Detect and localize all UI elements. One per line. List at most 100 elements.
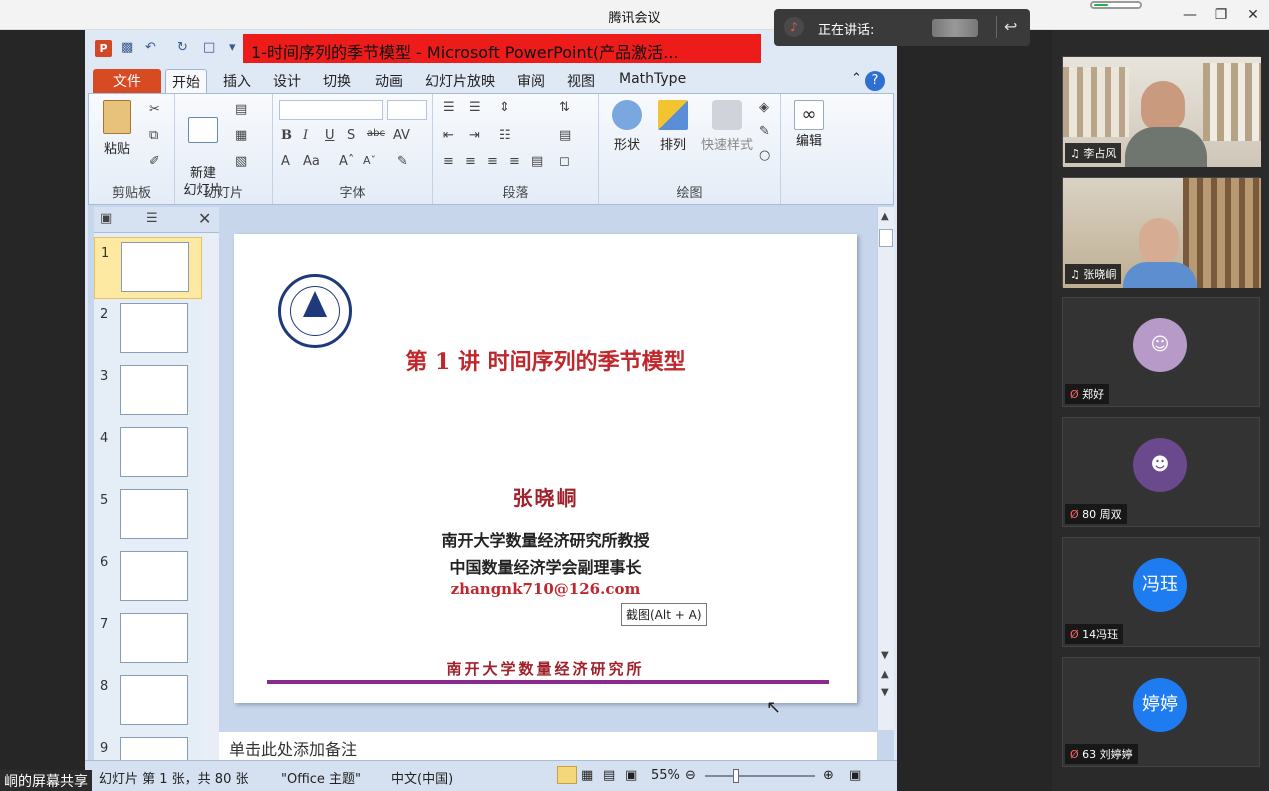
distributed-icon[interactable]: ▤	[531, 154, 543, 169]
tab-slideshow[interactable]: 幻灯片放映	[419, 69, 501, 93]
thumbnail-slide-8[interactable]: 8	[94, 671, 202, 733]
arrange-button[interactable]: 排列	[653, 100, 693, 153]
reset-icon[interactable]: ▦	[235, 128, 247, 143]
strikethrough-icon[interactable]: abc	[367, 128, 385, 139]
tab-mathtype[interactable]: MathType	[613, 69, 692, 93]
return-icon[interactable]: ↩	[1004, 17, 1017, 36]
thumbnail-slide-2[interactable]: 2	[94, 299, 202, 361]
zoom-level[interactable]: 55%	[651, 768, 680, 783]
italic-icon[interactable]: I	[303, 128, 308, 143]
minimize-icon[interactable]: —	[1179, 5, 1201, 25]
help-icon[interactable]: ?	[865, 71, 885, 91]
zoom-in-icon[interactable]: ⊕	[823, 768, 834, 783]
shape-label: 形状	[613, 138, 640, 153]
scroll-thumb[interactable]	[879, 229, 893, 247]
underline-icon[interactable]: U	[325, 128, 335, 143]
participant-tile[interactable]: ♫ 李占风	[1062, 56, 1261, 167]
font-size-select[interactable]	[387, 100, 427, 120]
current-slide[interactable]: 第 1 讲 时间序列的季节模型 张晓峒 南开大学数量经济研究所教授 中国数量经济…	[234, 234, 857, 703]
prev-slide-icon[interactable]: ▲	[881, 669, 889, 680]
tab-design[interactable]: 设计	[267, 69, 307, 93]
new-doc-icon[interactable]: □	[203, 40, 215, 55]
grow-font-icon[interactable]: Aˆ	[339, 154, 354, 169]
outline-icon[interactable]: ✎	[759, 124, 770, 139]
effects-icon[interactable]: ○	[759, 148, 770, 163]
align-text-icon[interactable]: ▤	[559, 128, 571, 143]
tab-transitions[interactable]: 切换	[317, 69, 357, 93]
slide-sorter-icon[interactable]: ▦	[581, 768, 593, 783]
increase-indent-icon[interactable]: ⇥	[469, 128, 480, 143]
notes-pane[interactable]: 单击此处添加备注	[219, 732, 877, 760]
thumbnail-scrollbar[interactable]	[204, 233, 219, 760]
thumbnail-slide-1[interactable]: 1	[94, 237, 202, 299]
customize-icon[interactable]: ▾	[229, 40, 236, 55]
tab-animations[interactable]: 动画	[369, 69, 409, 93]
thumbnail-slide-4[interactable]: 4	[94, 423, 202, 485]
zoom-slider[interactable]	[705, 775, 815, 777]
restore-icon[interactable]: ❐	[1210, 5, 1232, 25]
bullets-icon[interactable]: ☰	[443, 100, 455, 115]
align-right-icon[interactable]: ≡	[487, 154, 498, 169]
font-name-select[interactable]	[279, 100, 383, 120]
align-center-icon[interactable]: ≡	[465, 154, 476, 169]
numbering-icon[interactable]: ☰	[469, 100, 481, 115]
participant-tile[interactable]: ☻ Ø 80 周双	[1062, 417, 1260, 527]
format-painter-icon[interactable]: ✐	[149, 154, 160, 169]
fill-icon[interactable]: ◈	[759, 100, 769, 115]
shadow-icon[interactable]: S	[347, 128, 355, 143]
slides-tab-icon[interactable]: ▣	[100, 211, 112, 226]
undo-icon[interactable]: ↶	[145, 40, 156, 55]
copy-icon[interactable]: ⧉	[149, 128, 158, 143]
network-indicator[interactable]	[1090, 1, 1142, 9]
edit-button[interactable]: ∞ 编辑	[789, 100, 829, 149]
thumbnail-slide-6[interactable]: 6	[94, 547, 202, 609]
zoom-slider-handle[interactable]	[733, 769, 739, 783]
tab-home[interactable]: 开始	[165, 69, 207, 93]
change-case-icon[interactable]: Aa	[303, 154, 320, 169]
justify-icon[interactable]: ≡	[509, 154, 520, 169]
thumbnail-slide-9[interactable]: 9	[94, 733, 202, 760]
participant-tile[interactable]: ☺ Ø 郑好	[1062, 297, 1260, 407]
outline-tab-icon[interactable]: ☰	[146, 211, 158, 226]
shape-button[interactable]: 形状	[607, 100, 647, 153]
next-slide-icon[interactable]: ▼	[881, 687, 889, 698]
participant-tile[interactable]: 婷婷 Ø 63 刘婷婷	[1062, 657, 1260, 767]
reading-view-icon[interactable]: ▤	[603, 768, 615, 783]
cut-icon[interactable]: ✂	[149, 102, 160, 117]
align-left-icon[interactable]: ≡	[443, 154, 454, 169]
participant-tile[interactable]: ♫ 张晓峒	[1062, 177, 1261, 288]
columns-icon[interactable]: ☷	[499, 128, 511, 143]
thumbnail-slide-3[interactable]: 3	[94, 361, 202, 423]
tab-review[interactable]: 审阅	[511, 69, 551, 93]
thumbnail-slide-5[interactable]: 5	[94, 485, 202, 547]
font-color-icon[interactable]: A	[281, 154, 290, 169]
shrink-font-icon[interactable]: Aˇ	[363, 154, 376, 167]
participant-tile[interactable]: 冯珏 Ø 14冯珏	[1062, 537, 1260, 647]
quick-style-button[interactable]: 快速样式	[697, 100, 757, 153]
paste-button[interactable]: 粘贴	[99, 100, 135, 157]
clear-format-icon[interactable]: ✎	[397, 154, 408, 169]
save-icon[interactable]: ▩	[121, 40, 133, 55]
close-icon[interactable]: ✕	[1242, 5, 1264, 25]
section-icon[interactable]: ▧	[235, 154, 247, 169]
tab-file[interactable]: 文件	[93, 69, 161, 93]
normal-view-icon[interactable]	[557, 766, 577, 784]
decrease-indent-icon[interactable]: ⇤	[443, 128, 454, 143]
fit-window-icon[interactable]: ▣	[849, 768, 861, 783]
scroll-down-icon[interactable]: ▼	[881, 650, 889, 661]
line-spacing-icon[interactable]: ⇕	[499, 100, 510, 115]
text-direction-icon[interactable]: ⇅	[559, 100, 570, 115]
layout-icon[interactable]: ▤	[235, 102, 247, 117]
char-spacing-icon[interactable]: AV	[393, 128, 410, 143]
bold-icon[interactable]: B	[281, 128, 292, 143]
redo-icon[interactable]: ↻	[177, 40, 188, 55]
scroll-up-icon[interactable]: ▲	[881, 211, 889, 222]
tab-view[interactable]: 视图	[561, 69, 601, 93]
close-pane-icon[interactable]: ✕	[198, 209, 211, 228]
zoom-out-icon[interactable]: ⊖	[685, 768, 696, 783]
slideshow-icon[interactable]: ▣	[625, 768, 637, 783]
tab-insert[interactable]: 插入	[217, 69, 257, 93]
thumbnail-slide-7[interactable]: 7	[94, 609, 202, 671]
smartart-icon[interactable]: ◻	[559, 154, 570, 169]
slide-scrollbar[interactable]: ▲ ▼ ▲ ▼	[877, 207, 894, 730]
